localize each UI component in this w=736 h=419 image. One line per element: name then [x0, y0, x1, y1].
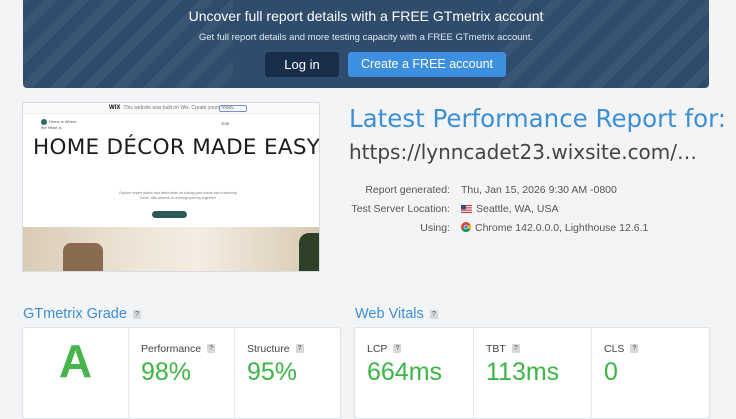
- wix-logo: WIX: [109, 105, 121, 111]
- login-button[interactable]: Log in: [265, 52, 339, 77]
- performance-metric: Performance? 98%: [128, 328, 235, 418]
- meta-label: Report generated:: [365, 184, 450, 196]
- lcp-value: 664ms: [367, 358, 443, 386]
- structure-value: 95%: [247, 358, 298, 386]
- wix-notice-bar: WIX This website was built on Wix. Create…: [23, 103, 319, 114]
- structure-metric: Structure? 95%: [234, 328, 341, 418]
- tbt-value: 113ms: [486, 358, 560, 386]
- us-flag-icon: [461, 205, 472, 213]
- chair-image: [63, 243, 103, 271]
- site-nav: Join: [221, 121, 230, 126]
- help-icon[interactable]: ?: [511, 344, 520, 353]
- site-brand: Home is Where the Heart is: [41, 119, 77, 130]
- structure-label: Structure?: [247, 343, 304, 355]
- help-icon[interactable]: ?: [207, 344, 216, 353]
- lcp-label: LCP?: [367, 343, 402, 355]
- report-title: Latest Performance Report for:: [349, 104, 727, 133]
- promo-banner: Uncover full report details with a FREE …: [23, 0, 709, 88]
- gtmetrix-grade-heading: GTmetrix Grade?: [23, 306, 141, 322]
- meta-value-browser: Chrome 142.0.0.0, Lighthouse 12.6.1: [461, 222, 648, 234]
- site-hero-heading: HOME DÉCOR MADE EASY: [33, 135, 320, 160]
- site-cta-button: [152, 211, 187, 218]
- help-icon[interactable]: ?: [132, 310, 141, 319]
- meta-value-location: Seattle, WA, USA: [461, 203, 558, 215]
- wix-notice: This website was built on Wix. Create yo…: [123, 105, 235, 111]
- chrome-icon: [461, 222, 471, 232]
- cls-value: 0: [604, 358, 618, 386]
- banner-subtitle: Get full report details and more testing…: [198, 32, 534, 43]
- plant-image: [299, 233, 319, 271]
- site-hero-photo: [23, 227, 319, 271]
- meta-label: Using:: [420, 222, 450, 234]
- help-icon[interactable]: ?: [295, 344, 304, 353]
- help-icon[interactable]: ?: [429, 310, 438, 319]
- tbt-label: TBT?: [486, 343, 520, 355]
- help-icon[interactable]: ?: [393, 344, 402, 353]
- meta-label: Test Server Location:: [351, 203, 450, 215]
- site-hero-copy: Explore expert advice and fresh ideas fo…: [119, 191, 237, 200]
- web-vitals-heading: Web Vitals?: [355, 306, 438, 322]
- meta-value: Thu, Jan 15, 2026 9:30 AM -0800: [461, 184, 617, 196]
- wix-upgrade-button: [219, 105, 247, 112]
- performance-label: Performance?: [141, 343, 216, 355]
- help-icon[interactable]: ?: [630, 344, 639, 353]
- banner-title: Uncover full report details with a FREE …: [188, 8, 544, 24]
- page-screenshot-thumbnail[interactable]: WIX This website was built on Wix. Create…: [22, 102, 320, 272]
- cls-metric: CLS? 0: [591, 328, 710, 418]
- create-account-button[interactable]: Create a FREE account: [348, 52, 506, 77]
- report-url[interactable]: https://lynncadet23.wixsite.com/home...: [349, 140, 707, 164]
- gtmetrix-grade-card: A Performance? 98% Structure? 95%: [22, 327, 341, 419]
- web-vitals-card: LCP? 664ms TBT? 113ms CLS? 0: [354, 327, 710, 419]
- lcp-metric: LCP? 664ms: [355, 328, 473, 418]
- tbt-metric: TBT? 113ms: [473, 328, 592, 418]
- cls-label: CLS?: [604, 343, 639, 355]
- performance-value: 98%: [141, 358, 192, 386]
- grade-letter: A: [58, 335, 93, 387]
